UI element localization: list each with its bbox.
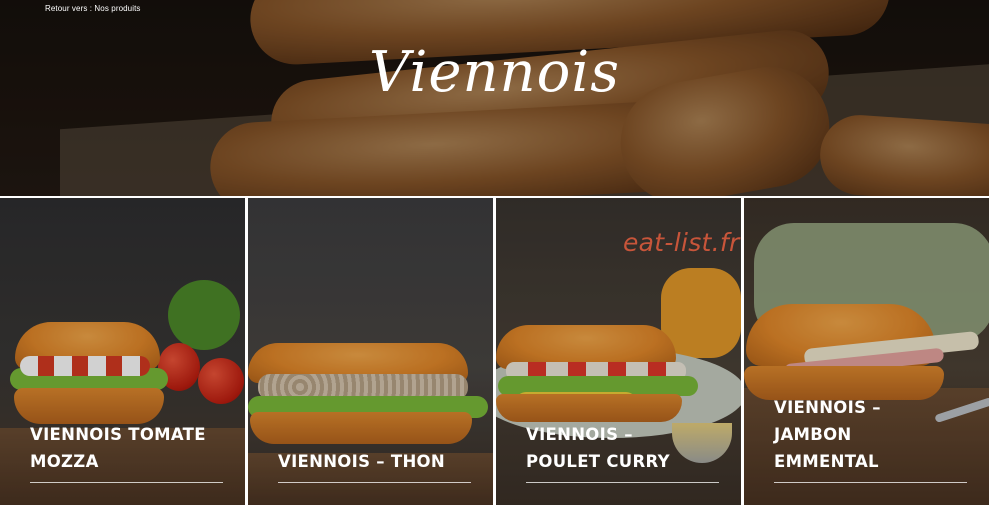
product-card-tomate-mozza[interactable]: VIENNOIS TOMATE MOZZA — [0, 198, 245, 505]
product-title-line: VIENNOIS – — [526, 425, 633, 444]
product-card-thon[interactable]: VIENNOIS – THON — [248, 198, 493, 505]
hero-banner: Retour vers : Nos produits Viennois — [0, 0, 989, 196]
product-title: VIENNOIS – THON — [278, 448, 445, 475]
breadcrumb: Retour vers : Nos produits — [45, 4, 141, 13]
divider — [30, 482, 223, 483]
breadcrumb-link-nos-produits[interactable]: Nos produits — [94, 4, 140, 13]
product-title-line: MOZZA — [30, 452, 99, 471]
product-title: VIENNOIS TOMATE MOZZA — [30, 421, 206, 475]
divider — [278, 482, 471, 483]
product-card-jambon-emmental[interactable]: VIENNOIS – JAMBON EMMENTAL — [744, 198, 989, 505]
page-title: Viennois — [368, 40, 620, 105]
product-title-line: EMMENTAL — [774, 452, 879, 471]
watermark: eat-list.fr — [623, 228, 740, 257]
product-title-line: JAMBON — [774, 425, 852, 444]
product-title-line: VIENNOIS – THON — [278, 452, 445, 471]
product-title: VIENNOIS – JAMBON EMMENTAL — [774, 394, 881, 475]
breadcrumb-prefix: Retour vers : — [45, 4, 93, 13]
product-title: VIENNOIS – POULET CURRY — [526, 421, 670, 475]
product-title-line: POULET CURRY — [526, 452, 670, 471]
divider — [774, 482, 967, 483]
product-title-line: VIENNOIS TOMATE — [30, 425, 206, 444]
product-grid: VIENNOIS TOMATE MOZZA VIENNOIS – THON VI… — [0, 196, 989, 505]
product-title-line: VIENNOIS – — [774, 398, 881, 417]
divider — [526, 482, 719, 483]
